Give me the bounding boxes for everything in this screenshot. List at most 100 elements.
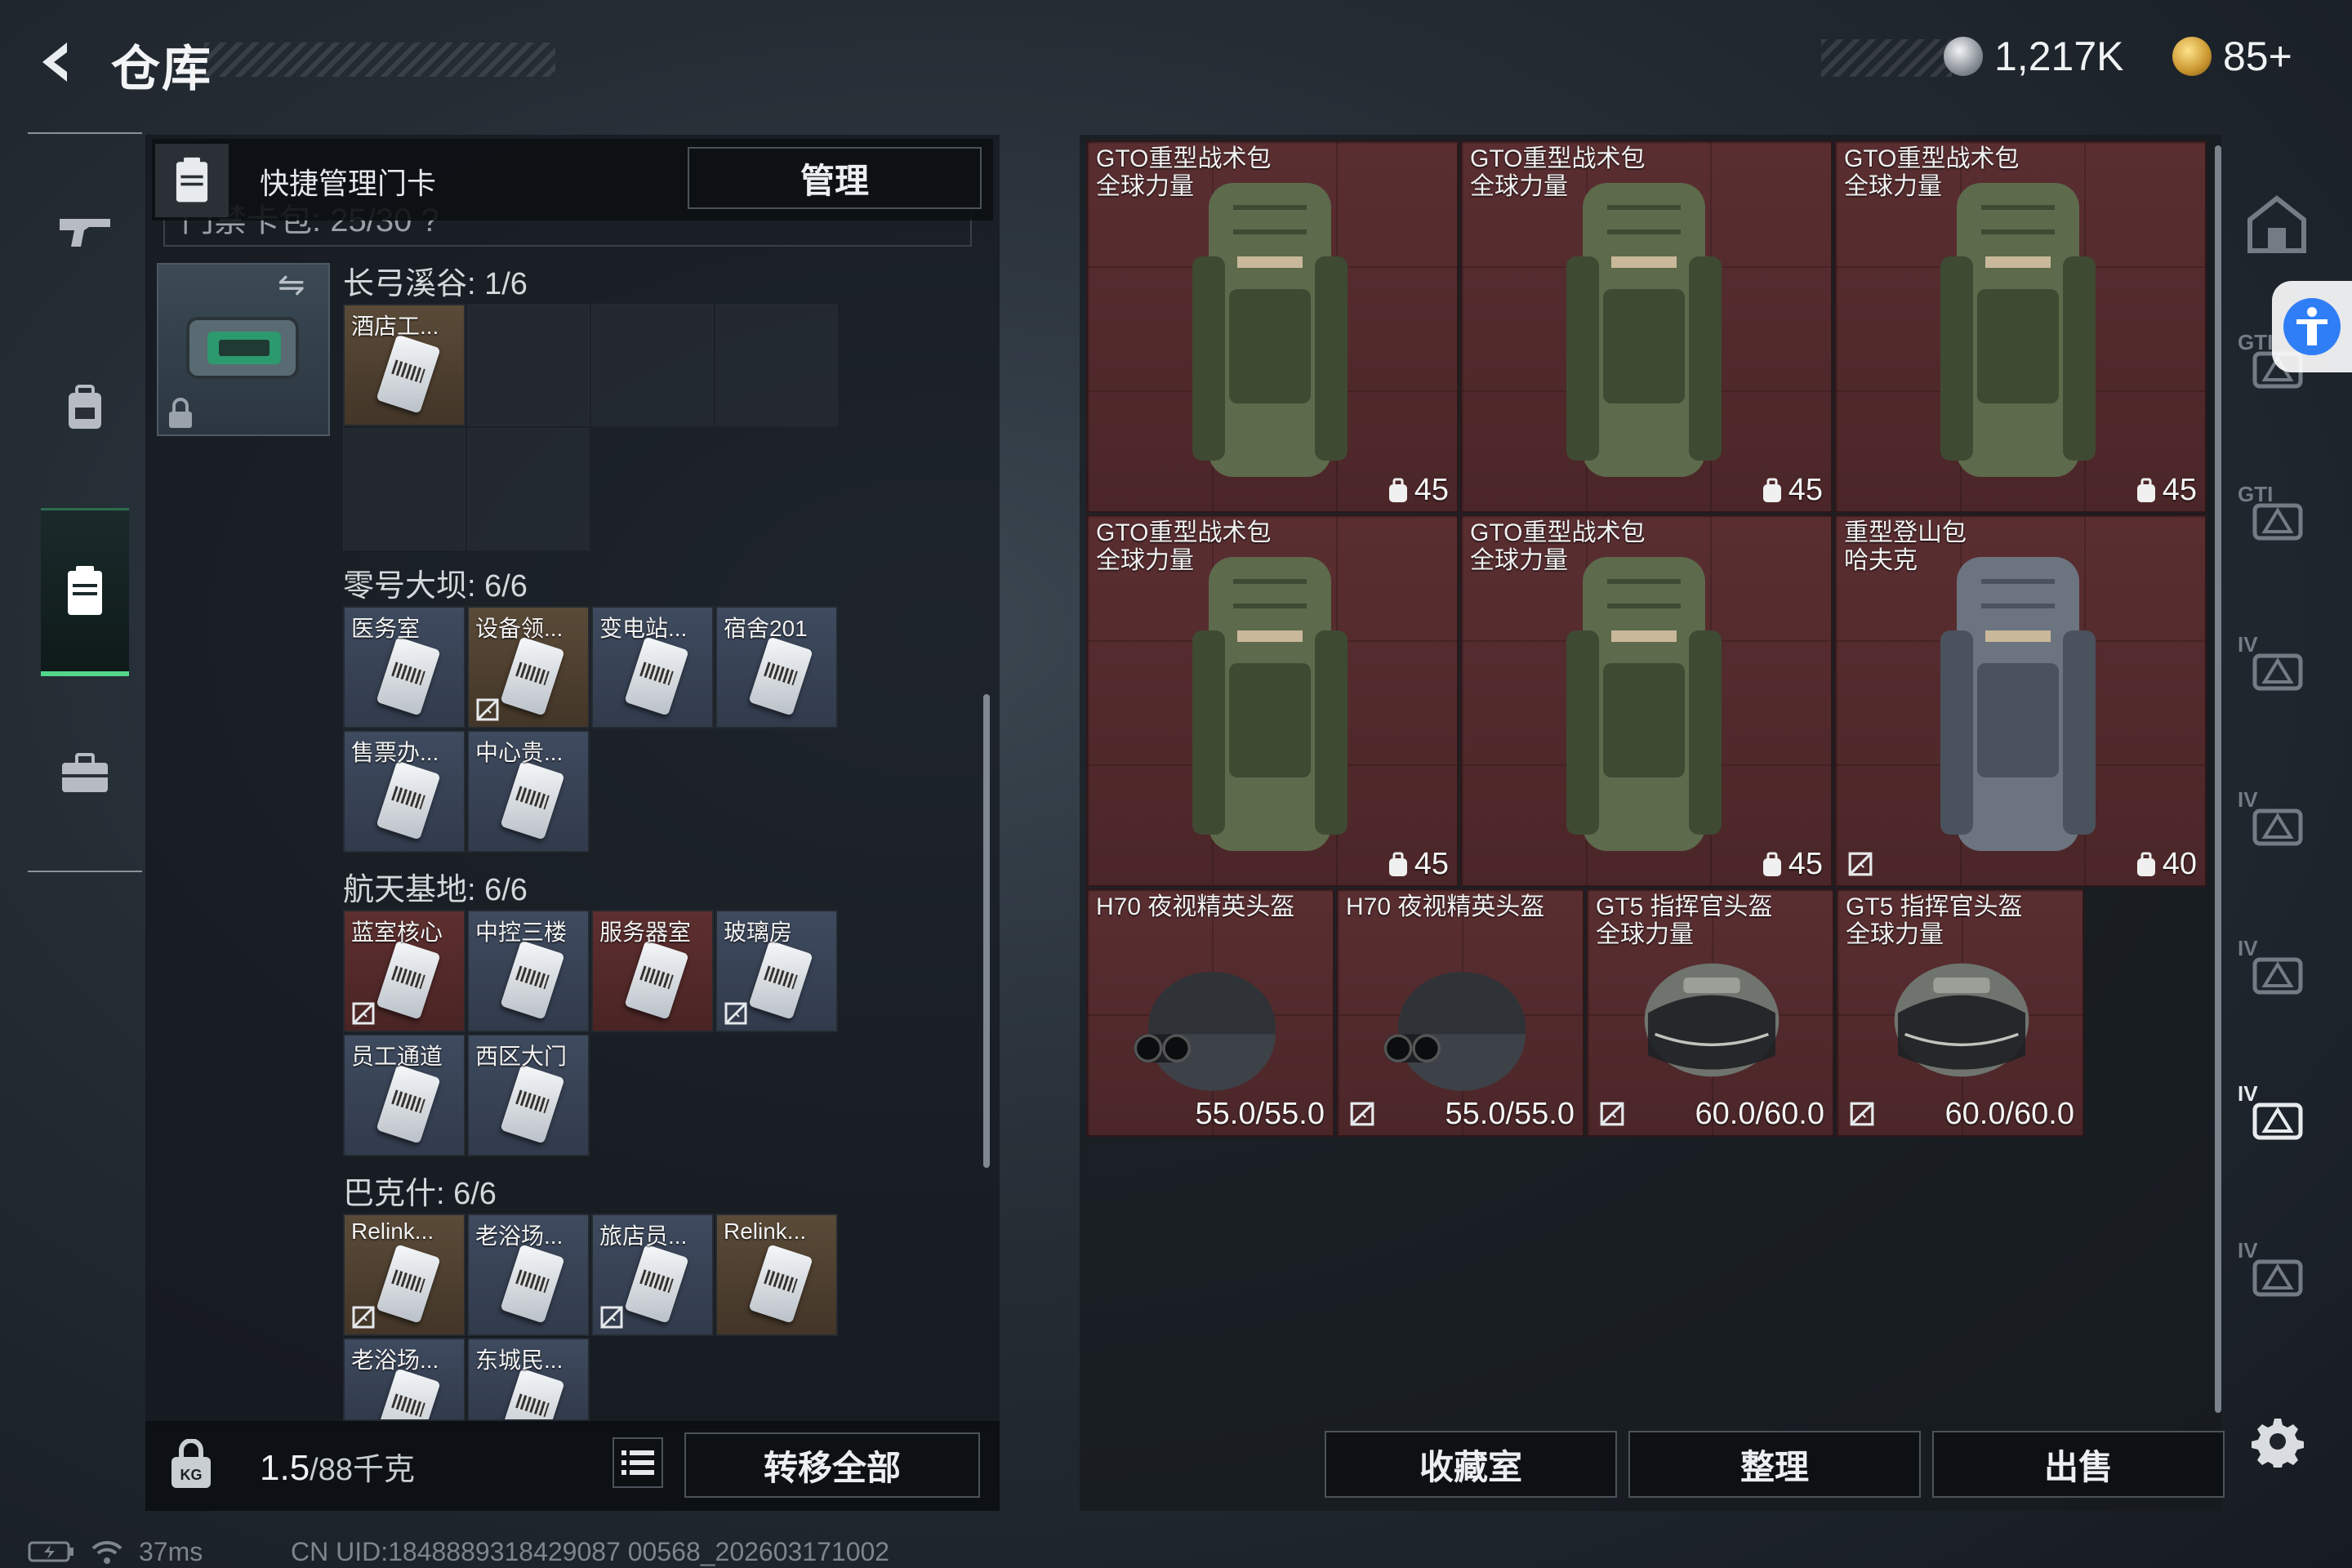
keycard-icon	[376, 1244, 441, 1324]
item-stat-value: 55.0/55.0	[1445, 1097, 1575, 1131]
no-trade-icon	[352, 1002, 375, 1025]
list-view-button[interactable]	[612, 1437, 663, 1488]
visor-helmet-icon	[1894, 963, 2029, 1077]
no-trade-icon	[1850, 1102, 1874, 1126]
filter-iv-armor-filter[interactable]: IV	[2228, 604, 2326, 727]
manage-button[interactable]: 管理	[688, 147, 982, 209]
nav-backpack[interactable]	[41, 363, 129, 452]
item-name: GTO重型战术包 全球力量	[1470, 519, 1645, 575]
keycard-label: 旅店员...	[599, 1223, 688, 1249]
nav-keycards[interactable]	[41, 508, 129, 676]
title-decoration	[204, 42, 555, 77]
item-name: GTO重型战术包 全球力量	[1470, 145, 1645, 201]
nav-toolbox[interactable]	[41, 728, 129, 818]
lock-icon	[169, 398, 192, 428]
status-bar: 37ms	[28, 1535, 203, 1568]
keycard-label: 服务器室	[599, 920, 692, 945]
keycard-icon	[376, 760, 441, 840]
filter-iv-armor-active-filter[interactable]: IV	[2228, 1054, 2326, 1176]
helmet-item[interactable]: H70 夜视精英头盔 55.0/55.0	[1336, 889, 1584, 1137]
filter-home-filter[interactable]	[2228, 163, 2326, 286]
collection-room-button[interactable]: 收藏室	[1325, 1431, 1617, 1498]
keycard-icon	[500, 1368, 565, 1419]
backpack-icon	[1940, 557, 2096, 851]
backpack-item[interactable]: 重型登山包 哈夫克 40	[1834, 514, 2207, 887]
keycard-slot[interactable]: 设备领...	[467, 606, 590, 728]
capacity-icon	[1762, 478, 1781, 502]
keycard-slot[interactable]: 老浴场...	[343, 1338, 466, 1421]
backpack-item[interactable]: GTO重型战术包 全球力量 45	[1086, 140, 1459, 513]
keycard-icon	[624, 636, 689, 716]
filter-iv-rifle-filter[interactable]: IV	[2228, 908, 2326, 1031]
item-stat-value: 45	[1414, 847, 1449, 881]
accessibility-icon	[2296, 307, 2328, 345]
helmet-item[interactable]: GT5 指挥官头盔 全球力量 60.0/60.0	[1836, 889, 2084, 1137]
item-name: GTO重型战术包 全球力量	[1096, 519, 1271, 575]
keycard-slot[interactable]: 变电站...	[591, 606, 714, 728]
filter-gti-rig-filter[interactable]: GTI	[2228, 454, 2326, 577]
accessibility-button[interactable]	[2272, 281, 2352, 372]
filter-iv-case-filter[interactable]: IV	[2228, 760, 2326, 882]
keycard-slot[interactable]: 服务器室	[591, 910, 714, 1032]
keycard-label: 中心贵...	[475, 740, 564, 765]
keycard-slot[interactable]: 玻璃房	[715, 910, 838, 1032]
keycard-slot[interactable]: 东城民...	[467, 1338, 590, 1421]
empty-keycard-slot	[715, 304, 838, 426]
keycard-slot[interactable]: 蓝室核心	[343, 910, 466, 1032]
backpack-item[interactable]: GTO重型战术包 全球力量 45	[1086, 514, 1459, 887]
item-name-line1: H70 夜视精英头盔	[1096, 893, 1295, 920]
nav-weapons[interactable]	[41, 186, 129, 276]
item-name: GT5 指挥官头盔 全球力量	[1846, 893, 2023, 949]
keycard-icon	[376, 1368, 441, 1419]
item-stat-value: 55.0/55.0	[1195, 1097, 1325, 1131]
swap-icon[interactable]: ⇋	[278, 266, 305, 304]
keycard-slot[interactable]: 医务室	[343, 606, 466, 728]
rifle-icon	[60, 219, 110, 247]
keycard-slot[interactable]: Relink...	[715, 1214, 838, 1336]
keycard-icon	[376, 636, 441, 716]
keycard-label: 蓝室核心	[351, 920, 443, 945]
keycard-slot[interactable]: 旅店员...	[591, 1214, 714, 1336]
keycard-slot[interactable]: 酒店工...	[343, 304, 466, 426]
filter-tier-label: IV	[2238, 787, 2258, 812]
keycard-slot[interactable]: 中控三楼	[467, 910, 590, 1032]
keycard-scrollbar[interactable]	[983, 694, 990, 1168]
keycard-slot[interactable]: 西区大门	[467, 1034, 590, 1156]
home-filter-icon	[2247, 195, 2306, 253]
keycard-slot[interactable]: 宿舍201	[715, 606, 838, 728]
weight-limit: /88千克	[310, 1453, 415, 1487]
sell-button[interactable]: 出售	[1932, 1431, 2225, 1498]
storage-scrollbar[interactable]	[2215, 145, 2221, 1413]
keycard-slot[interactable]: 老浴场...	[467, 1214, 590, 1336]
item-stat-value: 60.0/60.0	[1944, 1097, 2074, 1131]
item-name-line1: GTO重型战术包	[1844, 145, 2020, 172]
item-stat-value: 45	[1788, 473, 1823, 507]
keycard-label: 宿舍201	[724, 616, 808, 641]
keycard-icon	[748, 940, 813, 1020]
ping-value: 37ms	[139, 1536, 203, 1566]
item-brand: 全球力量	[1096, 173, 1194, 200]
filter-iv-gear-filter[interactable]: IV	[2228, 1210, 2326, 1333]
settings-button[interactable]	[2241, 1405, 2314, 1478]
keycard-slot[interactable]: 中心贵...	[467, 730, 590, 853]
transfer-all-button[interactable]: 转移全部	[684, 1432, 980, 1498]
keycard-icon	[748, 1244, 813, 1324]
keycard-slot[interactable]: 售票办...	[343, 730, 466, 853]
sort-button[interactable]: 整理	[1628, 1431, 1921, 1498]
keycard-label: 变电站...	[599, 616, 688, 641]
back-button[interactable]	[24, 29, 90, 95]
no-trade-icon	[352, 1306, 375, 1329]
no-trade-icon	[1600, 1102, 1624, 1126]
backpack-item[interactable]: GTO重型战术包 全球力量 45	[1460, 140, 1833, 513]
item-stat-value: 45	[1788, 847, 1823, 881]
backpack-item[interactable]: GTO重型战术包 全球力量 45	[1460, 514, 1833, 887]
keycard-slot[interactable]: 员工通道	[343, 1034, 466, 1156]
helmet-item[interactable]: GT5 指挥官头盔 全球力量 60.0/60.0	[1586, 889, 1834, 1137]
helmet-item[interactable]: H70 夜视精英头盔 55.0/55.0	[1086, 889, 1334, 1137]
backpack-item[interactable]: GTO重型战术包 全球力量 45	[1834, 140, 2207, 513]
keycard-slot[interactable]: Relink...	[343, 1214, 466, 1336]
keycard-icon	[500, 636, 565, 716]
gear-icon	[2252, 1419, 2304, 1468]
keycard-icon	[500, 1244, 565, 1324]
item-brand: 全球力量	[1596, 921, 1694, 948]
